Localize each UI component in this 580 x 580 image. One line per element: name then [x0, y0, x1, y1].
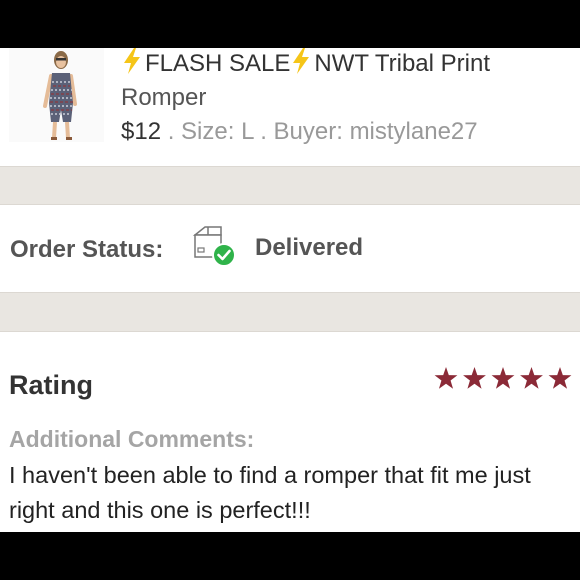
lightning-icon [124, 48, 140, 74]
comment-text: I haven't been able to find a romper tha… [9, 462, 531, 523]
section-divider [0, 292, 580, 332]
star-icon [491, 367, 515, 389]
additional-comments-label: Additional Comments: [9, 426, 255, 452]
review-card: Rating Additional Comments: I haven't be… [0, 332, 580, 532]
star-rating [434, 367, 572, 389]
product-title-text: NWT Tribal Print [314, 50, 490, 77]
price-size-buyer: $12 . Size: L . Buyer: mistylane27 [121, 117, 478, 147]
rating-label: Rating [9, 370, 93, 400]
package-delivered-icon [192, 226, 236, 267]
product-card[interactable]: FLASH SALE NWT Tribal Print Romper $12 .… [0, 48, 580, 166]
star-icon [548, 367, 572, 389]
price: $12 [121, 118, 162, 145]
flash-sale-text: FLASH SALE [145, 50, 291, 77]
star-icon [463, 367, 486, 389]
order-status-card: Order Status: Delivered [0, 205, 580, 292]
order-status-label: Order Status: [10, 236, 164, 263]
star-icon [520, 367, 543, 389]
order-status-value: Delivered [255, 234, 364, 261]
size-buyer-meta: . Size: L . Buyer: mistylane27 [161, 118, 478, 145]
top-black-bar [0, 0, 580, 48]
lightning-icon [293, 48, 310, 74]
bottom-black-bar [0, 532, 580, 580]
section-divider [0, 166, 580, 205]
product-thumbnail[interactable] [9, 48, 104, 142]
product-title[interactable]: FLASH SALE NWT Tribal Print [121, 48, 576, 79]
product-title-line2: Romper [121, 84, 207, 111]
star-icon [434, 367, 458, 389]
